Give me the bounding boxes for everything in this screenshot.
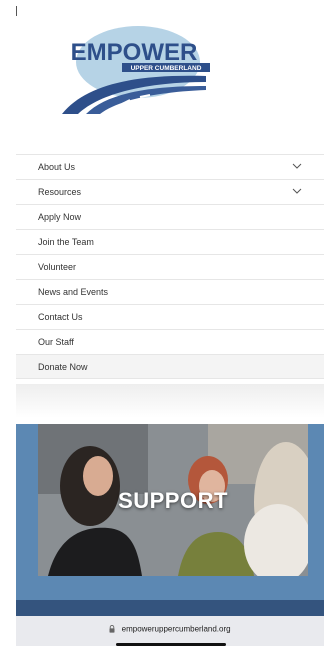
menu-shadow (16, 384, 324, 418)
url-display[interactable]: empoweruppercumberland.org (16, 624, 324, 633)
menu-item-our-staff[interactable]: Our Staff (16, 329, 324, 354)
menu-item-news-and-events[interactable]: News and Events (16, 279, 324, 304)
hero-band (16, 600, 324, 616)
menu-item-apply-now[interactable]: Apply Now (16, 204, 324, 229)
lock-icon (109, 624, 115, 633)
logo-wordmark: EMPOWER (71, 39, 198, 66)
hero-title: SUPPORT (118, 488, 228, 513)
chevron-down-icon[interactable] (292, 163, 302, 169)
menu-item-contact-us[interactable]: Contact Us (16, 304, 324, 329)
empower-logo[interactable]: EMPOWER UPPER CUMBERLAND (56, 24, 212, 116)
hero-section: SUPPORT (16, 424, 324, 616)
menu-item-label: Resources (38, 187, 82, 197)
menu-item-join-the-team[interactable]: Join the Team (16, 229, 324, 254)
status-bar-mark (16, 6, 17, 16)
menu-item-donate-now[interactable]: Donate Now (16, 354, 324, 379)
menu-item-label: News and Events (38, 287, 109, 297)
browser-url-bar[interactable]: empoweruppercumberland.org (16, 616, 324, 646)
menu-item-label: Apply Now (38, 212, 82, 222)
menu-item-label: Contact Us (38, 312, 83, 322)
menu-item-about-us[interactable]: About Us (16, 154, 324, 179)
menu-item-label: Our Staff (38, 337, 74, 347)
url-text: empoweruppercumberland.org (121, 624, 231, 634)
menu-item-label: Donate Now (38, 361, 88, 372)
menu-item-resources[interactable]: Resources (16, 179, 324, 204)
menu-item-label: Volunteer (38, 262, 77, 272)
main-menu: About Us Resources Apply Now Join the Te… (16, 154, 324, 379)
menu-item-label: Join the Team (38, 237, 94, 247)
logo-tagline: UPPER CUMBERLAND (131, 65, 202, 72)
menu-item-label: About Us (38, 162, 76, 172)
chevron-down-icon[interactable] (292, 188, 302, 194)
menu-item-volunteer[interactable]: Volunteer (16, 254, 324, 279)
hero-photo[interactable]: SUPPORT (38, 424, 308, 576)
